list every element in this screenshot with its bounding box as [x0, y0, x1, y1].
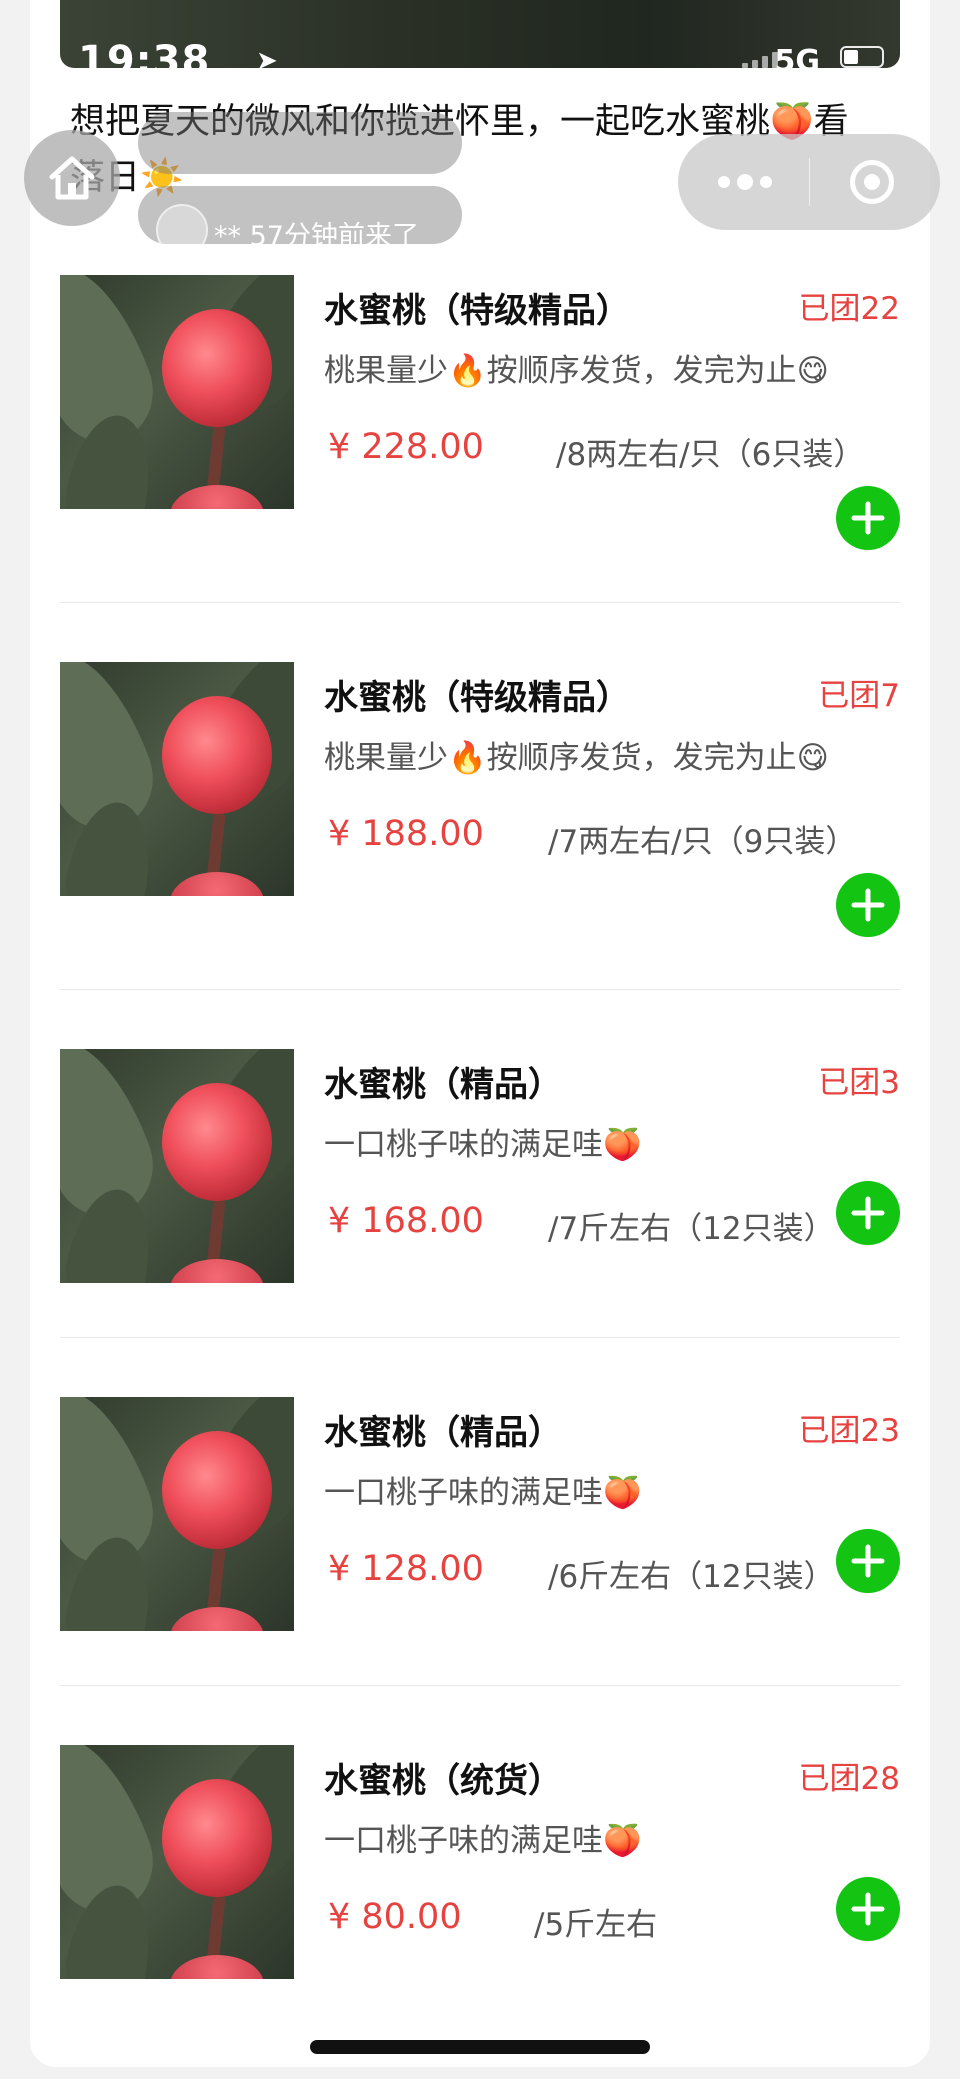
add-to-cart-button[interactable] — [836, 1181, 900, 1245]
product-name: 水蜜桃（精品） — [324, 1413, 562, 1453]
plus-icon — [851, 888, 885, 922]
peach-photo — [60, 662, 294, 896]
product-item[interactable]: 水蜜桃（特级精品） 已团7 桃果量少🔥按顺序发货，发完为止😋 ¥ 188.00 … — [60, 662, 900, 937]
banner-image: 19:38 ➤ 5G — [60, 0, 900, 68]
product-name: 水蜜桃（特级精品） — [324, 291, 630, 331]
peach-photo — [60, 275, 294, 509]
avatar — [156, 204, 208, 244]
product-name: 水蜜桃（精品） — [324, 1065, 562, 1105]
add-to-cart-button[interactable] — [836, 1529, 900, 1593]
product-spec: /5斤左右 — [534, 1907, 658, 1943]
peach-photo — [60, 1049, 294, 1283]
product-description: 桃果量少🔥按顺序发货，发完为止😋 — [324, 353, 829, 389]
status-time: 19:38 — [78, 38, 211, 68]
product-price: ¥ 228.00 — [328, 427, 484, 467]
product-price: ¥ 128.00 — [328, 1549, 484, 1589]
product-name: 水蜜桃（特级精品） — [324, 678, 630, 718]
activity-pill — [138, 112, 462, 174]
home-icon — [49, 156, 95, 200]
peach-photo — [60, 1745, 294, 1979]
product-description: 一口桃子味的满足哇🍑 — [324, 1475, 642, 1511]
product-description: 一口桃子味的满足哇🍑 — [324, 1823, 642, 1859]
home-button[interactable] — [24, 130, 120, 226]
product-spec: /8两左右/只（6只装） — [556, 437, 865, 473]
activity-notification: ** 57分钟前来了 — [138, 186, 462, 244]
group-sold-count: 已团28 — [798, 1761, 900, 1797]
product-price: ¥ 80.00 — [328, 1897, 462, 1937]
divider — [60, 1337, 900, 1338]
activity-message: ** 57分钟前来了 — [214, 221, 419, 244]
plus-icon — [851, 1544, 885, 1578]
navigation-arrow-icon: ➤ — [256, 46, 278, 68]
divider — [60, 602, 900, 603]
group-sold-count: 已团3 — [818, 1065, 900, 1101]
product-price: ¥ 188.00 — [328, 814, 484, 854]
home-indicator[interactable] — [310, 2040, 650, 2054]
add-to-cart-button[interactable] — [836, 1877, 900, 1941]
group-sold-count: 已团7 — [818, 678, 900, 714]
product-price: ¥ 168.00 — [328, 1201, 484, 1241]
product-item[interactable]: 水蜜桃（精品） 已团23 一口桃子味的满足哇🍑 ¥ 128.00 /6斤左右（1… — [60, 1397, 900, 1633]
product-item[interactable]: 水蜜桃（特级精品） 已团22 桃果量少🔥按顺序发货，发完为止😋 ¥ 228.00… — [60, 275, 900, 550]
battery-icon — [840, 46, 884, 68]
group-sold-count: 已团22 — [798, 291, 900, 327]
product-item[interactable]: 水蜜桃（精品） 已团3 一口桃子味的满足哇🍑 ¥ 168.00 /7斤左右（12… — [60, 1049, 900, 1285]
more-dots-icon[interactable] — [718, 166, 772, 198]
product-description: 桃果量少🔥按顺序发货，发完为止😋 — [324, 740, 829, 776]
product-item[interactable]: 水蜜桃（统货） 已团28 一口桃子味的满足哇🍑 ¥ 80.00 /5斤左右 — [60, 1745, 900, 1981]
divider — [60, 1685, 900, 1686]
add-to-cart-button[interactable] — [836, 486, 900, 550]
plus-icon — [851, 1196, 885, 1230]
add-to-cart-button[interactable] — [836, 873, 900, 937]
product-spec: /7两左右/只（9只装） — [548, 824, 857, 860]
product-spec: /7斤左右（12只装） — [548, 1211, 835, 1247]
menu-capsule — [678, 134, 940, 230]
network-label: 5G — [774, 44, 821, 68]
peach-photo — [60, 1397, 294, 1631]
product-name: 水蜜桃（统货） — [324, 1761, 562, 1801]
target-circle-icon[interactable] — [850, 160, 894, 204]
plus-icon — [851, 501, 885, 535]
product-spec: /6斤左右（12只装） — [548, 1559, 835, 1595]
plus-icon — [851, 1892, 885, 1926]
divider — [60, 989, 900, 990]
group-sold-count: 已团23 — [798, 1413, 900, 1449]
capsule-divider — [809, 158, 810, 206]
product-description: 一口桃子味的满足哇🍑 — [324, 1127, 642, 1163]
